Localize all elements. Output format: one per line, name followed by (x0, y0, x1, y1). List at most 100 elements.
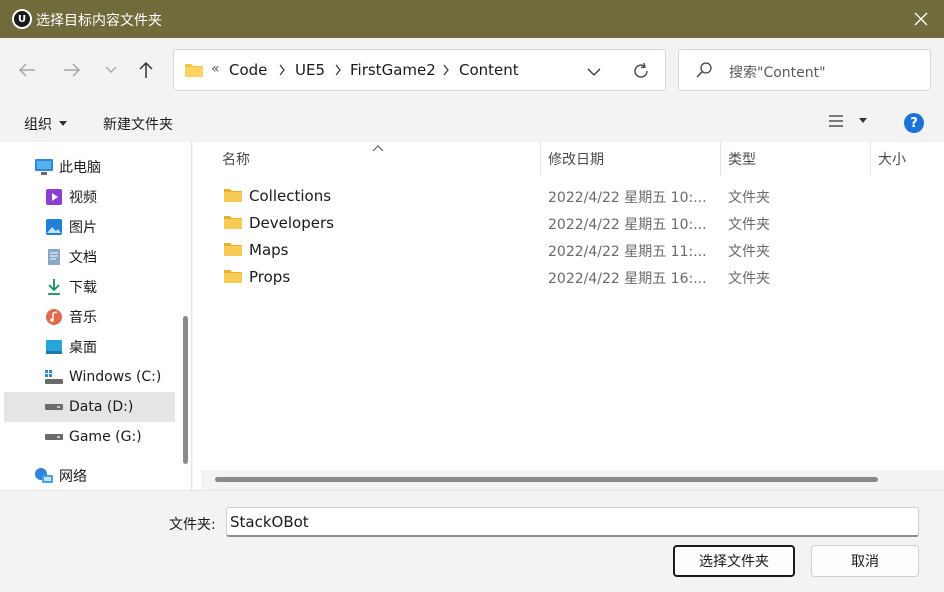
address-dropdown-button[interactable] (584, 62, 604, 82)
address-bar[interactable]: « Code UE5 FirstGame2 Content (173, 49, 666, 91)
sidebar-item-desktop[interactable]: 桌面 (4, 332, 175, 362)
address-overflow[interactable]: « (211, 61, 220, 77)
file-type: 文件夹 (728, 271, 770, 287)
search-box[interactable]: 搜索"Content" (678, 49, 931, 91)
sidebar-item-downloads[interactable]: 下载 (4, 272, 175, 302)
sidebar-label: Data (D:) (69, 399, 134, 415)
sidebar-label: 下载 (69, 280, 97, 296)
sidebar-label: 此电脑 (59, 160, 101, 176)
breadcrumb-ue5[interactable]: UE5 (295, 61, 325, 79)
close-button[interactable] (898, 0, 944, 38)
folder-icon (184, 62, 204, 82)
folder-icon (223, 241, 243, 261)
sort-up-icon (372, 145, 384, 152)
file-name: Collections (249, 187, 332, 205)
breadcrumb-content[interactable]: Content (459, 61, 519, 79)
chevron-right-icon[interactable] (278, 64, 286, 80)
drive-icon (44, 397, 64, 417)
pictures-icon (44, 217, 64, 237)
sidebar-scrollbar[interactable] (183, 316, 188, 464)
column-header-name[interactable]: 名称 (215, 142, 541, 176)
forward-arrow-icon (64, 63, 81, 77)
sidebar-item-data-d[interactable]: Data (D:) (4, 392, 175, 422)
windows-drive-icon (44, 367, 64, 387)
sidebar-label: 视频 (69, 190, 97, 206)
sidebar-item-documents[interactable]: 文档 (4, 242, 175, 272)
file-type: 文件夹 (728, 190, 770, 206)
organize-button[interactable]: 组织 (24, 114, 68, 134)
sidebar-label: 网络 (59, 469, 87, 485)
file-row[interactable]: Maps 2022/4/22 星期五 11:... 文件夹 (217, 237, 897, 264)
file-name: Developers (249, 214, 334, 232)
horizontal-scrollbar-thumb[interactable] (215, 477, 878, 482)
caret-down-icon (59, 121, 67, 126)
folder-name-input[interactable] (226, 507, 919, 537)
file-type: 文件夹 (728, 217, 770, 233)
sidebar-label: 图片 (69, 220, 97, 236)
window-title: 选择目标内容文件夹 (36, 13, 162, 29)
file-name: Props (249, 268, 291, 286)
file-type: 文件夹 (728, 244, 770, 260)
unreal-logo-letter: U (14, 11, 30, 27)
file-row[interactable]: Developers 2022/4/22 星期五 10:... 文件夹 (217, 210, 897, 237)
sidebar-item-pictures[interactable]: 图片 (4, 212, 175, 242)
column-name-label: 名称 (222, 152, 250, 168)
folder-field-label: 文件夹: (169, 517, 216, 533)
sidebar-item-game-g[interactable]: Game (G:) (4, 422, 175, 452)
view-options-button[interactable] (828, 114, 868, 128)
chevron-down-icon (105, 66, 117, 73)
sidebar-item-videos[interactable]: 视频 (4, 182, 175, 212)
back-arrow-icon (18, 63, 35, 77)
folder-icon (223, 187, 243, 207)
forward-button[interactable] (57, 55, 87, 85)
column-header-date[interactable]: 修改日期 (541, 142, 721, 176)
file-list[interactable]: 名称 修改日期 类型 大小 Collections 2022/4/22 星期五 … (193, 142, 944, 490)
network-icon (34, 466, 54, 486)
desktop-icon (44, 337, 64, 357)
chevron-down-icon (587, 68, 601, 76)
folder-icon (223, 214, 243, 234)
up-button[interactable] (131, 55, 161, 85)
file-date: 2022/4/22 星期五 10:... (548, 217, 707, 233)
sidebar-label: 音乐 (69, 310, 97, 326)
cancel-button[interactable]: 取消 (811, 545, 919, 577)
navigation-bar: « Code UE5 FirstGame2 Content 搜索"Content… (0, 38, 944, 102)
close-icon (914, 12, 928, 26)
search-icon (695, 61, 713, 83)
recent-locations-button[interactable] (96, 55, 126, 85)
column-header-size[interactable]: 大小 (871, 142, 944, 176)
chevron-right-icon[interactable] (334, 64, 342, 80)
refresh-icon (634, 62, 648, 78)
file-date: 2022/4/22 星期五 11:... (548, 244, 707, 260)
title-bar: U 选择目标内容文件夹 (0, 0, 944, 38)
column-type-label: 类型 (728, 152, 756, 168)
list-view-icon (829, 115, 843, 127)
refresh-button[interactable] (630, 60, 652, 82)
sidebar-item-windows-c[interactable]: Windows (C:) (4, 362, 175, 392)
file-row[interactable]: Props 2022/4/22 星期五 16:... 文件夹 (217, 264, 897, 291)
video-icon (44, 187, 64, 207)
up-arrow-icon (139, 61, 153, 78)
chevron-right-icon[interactable] (442, 64, 450, 80)
breadcrumb-code[interactable]: Code (229, 61, 267, 79)
dialog-footer: 文件夹: 选择文件夹 取消 (0, 490, 944, 592)
file-date: 2022/4/22 星期五 16:... (548, 271, 707, 287)
music-icon (44, 307, 64, 327)
select-folder-button[interactable]: 选择文件夹 (673, 545, 795, 577)
file-date: 2022/4/22 星期五 10:... (548, 190, 707, 206)
breadcrumb-firstgame2[interactable]: FirstGame2 (350, 61, 436, 79)
sidebar-item-network[interactable]: 网络 (4, 461, 175, 490)
column-date-label: 修改日期 (548, 152, 604, 168)
computer-icon (34, 157, 54, 177)
back-button[interactable] (12, 55, 42, 85)
folder-icon (223, 268, 243, 288)
column-header-type[interactable]: 类型 (721, 142, 871, 176)
download-icon (44, 277, 64, 297)
navigation-pane[interactable]: 此电脑 视频 图片 文档 下载 音乐 桌面 Windows (C:) Data … (0, 142, 192, 490)
sidebar-item-music[interactable]: 音乐 (4, 302, 175, 332)
new-folder-button[interactable]: 新建文件夹 (103, 114, 173, 134)
search-input[interactable]: 搜索"Content" (729, 62, 826, 82)
file-row[interactable]: Collections 2022/4/22 星期五 10:... 文件夹 (217, 183, 897, 210)
help-button[interactable]: ? (904, 113, 924, 133)
sidebar-item-this-pc[interactable]: 此电脑 (4, 152, 175, 182)
